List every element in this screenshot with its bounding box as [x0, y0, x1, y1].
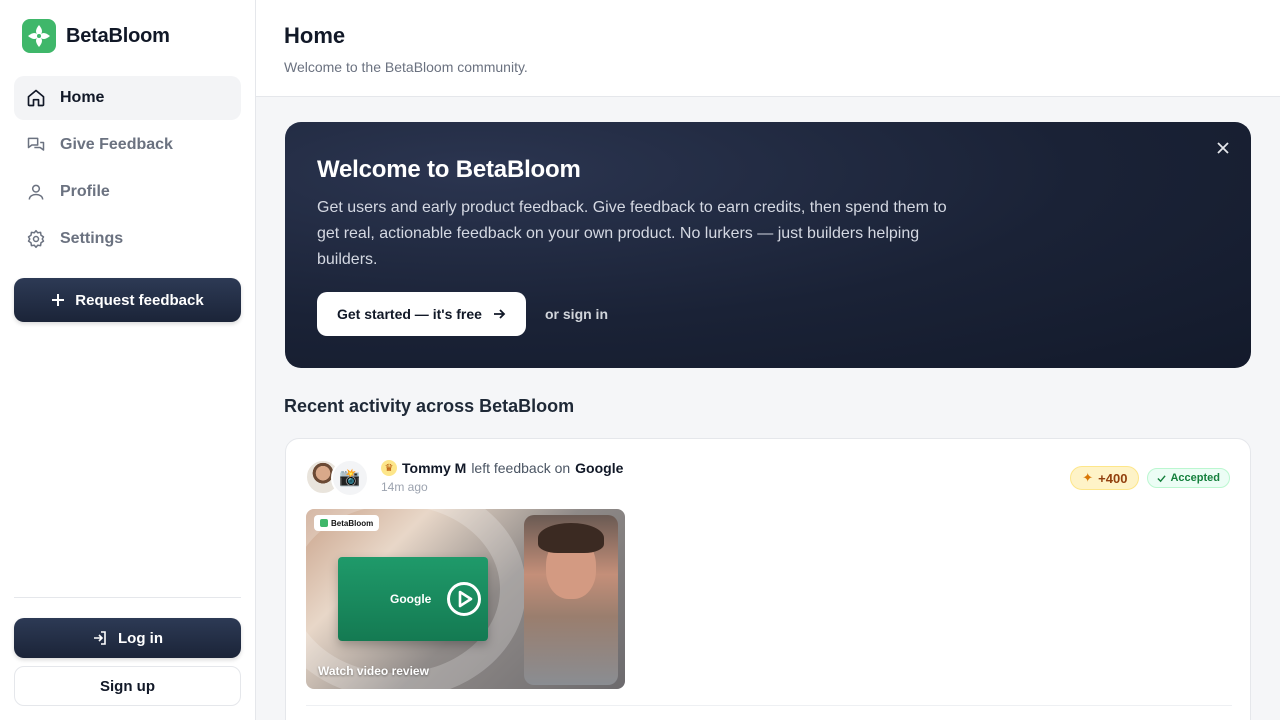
- camera-icon: 📸: [331, 459, 369, 497]
- gear-icon: [27, 229, 45, 249]
- brand-logo-icon: [320, 519, 328, 527]
- video-brand-label: BetaBloom: [331, 518, 374, 528]
- welcome-title: Welcome to BetaBloom: [317, 156, 581, 183]
- get-started-button[interactable]: Get started — it's free: [317, 292, 526, 336]
- signup-label: Sign up: [100, 677, 155, 695]
- check-icon: [1157, 474, 1167, 482]
- sidebar-item-label: Profile: [60, 183, 110, 200]
- login-label: Log in: [118, 629, 163, 647]
- arrow-right-icon: [493, 309, 506, 319]
- recent-activity-title: Recent activity across BetaBloom: [284, 396, 575, 416]
- request-feedback-button[interactable]: Request feedback: [14, 278, 241, 322]
- home-icon: [27, 89, 45, 107]
- video-brand-badge: BetaBloom: [314, 515, 380, 531]
- video-caption: Watch video review: [318, 664, 429, 678]
- status-badge: Accepted: [1147, 468, 1230, 488]
- sidebar-item-label: Home: [60, 89, 105, 106]
- sign-in-link[interactable]: or sign in: [545, 306, 608, 322]
- status-label: Accepted: [1170, 472, 1220, 484]
- reviewer-video-feed: [524, 515, 618, 685]
- activity-product[interactable]: Google: [575, 460, 623, 476]
- avatar-group: 📸: [305, 459, 371, 497]
- user-icon: [28, 184, 44, 200]
- play-icon[interactable]: [446, 581, 482, 617]
- sidebar-item-give-feedback[interactable]: Give Feedback: [14, 123, 241, 167]
- activity-card: 📸 ♛ Tommy M left feedback on Google 14m …: [285, 438, 1251, 720]
- page-title: Home: [284, 23, 346, 48]
- activity-user[interactable]: Tommy M: [402, 460, 466, 476]
- sidebar: BetaBloom Home Give Feedback Profile Set…: [0, 0, 256, 720]
- sidebar-nav: Home Give Feedback Profile Settings: [14, 76, 241, 264]
- sidebar-item-label: Give Feedback: [60, 136, 173, 153]
- sidebar-item-settings[interactable]: Settings: [14, 217, 241, 261]
- video-thumbnail[interactable]: BetaBloom Google Watch video review: [306, 509, 625, 689]
- plus-icon: [52, 294, 65, 306]
- sidebar-item-profile[interactable]: Profile: [14, 170, 241, 214]
- brand[interactable]: BetaBloom: [22, 19, 170, 53]
- credits-badge: ✦ +400: [1070, 466, 1140, 490]
- card-divider: [306, 705, 1232, 706]
- signup-button[interactable]: Sign up: [14, 666, 241, 706]
- get-started-label: Get started — it's free: [337, 306, 482, 322]
- page-header: Home Welcome to the BetaBloom community.: [256, 0, 1280, 97]
- sidebar-item-home[interactable]: Home: [14, 76, 241, 120]
- request-feedback-label: Request feedback: [75, 291, 204, 309]
- activity-badges: ✦ +400 Accepted: [1070, 466, 1230, 490]
- chat-icon: [27, 137, 45, 151]
- login-icon: [94, 631, 106, 645]
- brand-logo-icon: [22, 19, 56, 53]
- login-button[interactable]: Log in: [14, 618, 241, 658]
- sidebar-item-label: Settings: [60, 230, 124, 247]
- sparkle-icon: ✦: [1082, 470, 1094, 485]
- brand-name: BetaBloom: [66, 24, 170, 47]
- product-tile: Google: [338, 557, 488, 641]
- credits-value: +400: [1098, 470, 1128, 486]
- close-icon[interactable]: [1213, 138, 1233, 158]
- product-tile-label: Google: [390, 592, 432, 606]
- page-subtitle: Welcome to the BetaBloom community.: [284, 59, 528, 75]
- activity-timestamp: 14m ago: [381, 480, 428, 494]
- activity-meta: ♛ Tommy M left feedback on Google 14m ag…: [381, 460, 623, 494]
- sidebar-divider: [14, 597, 241, 598]
- activity-action: left feedback on: [471, 460, 571, 476]
- welcome-banner: Welcome to BetaBloom Get users and early…: [285, 122, 1251, 368]
- welcome-description: Get users and early product feedback. Gi…: [317, 199, 947, 268]
- crown-icon: ♛: [381, 460, 397, 476]
